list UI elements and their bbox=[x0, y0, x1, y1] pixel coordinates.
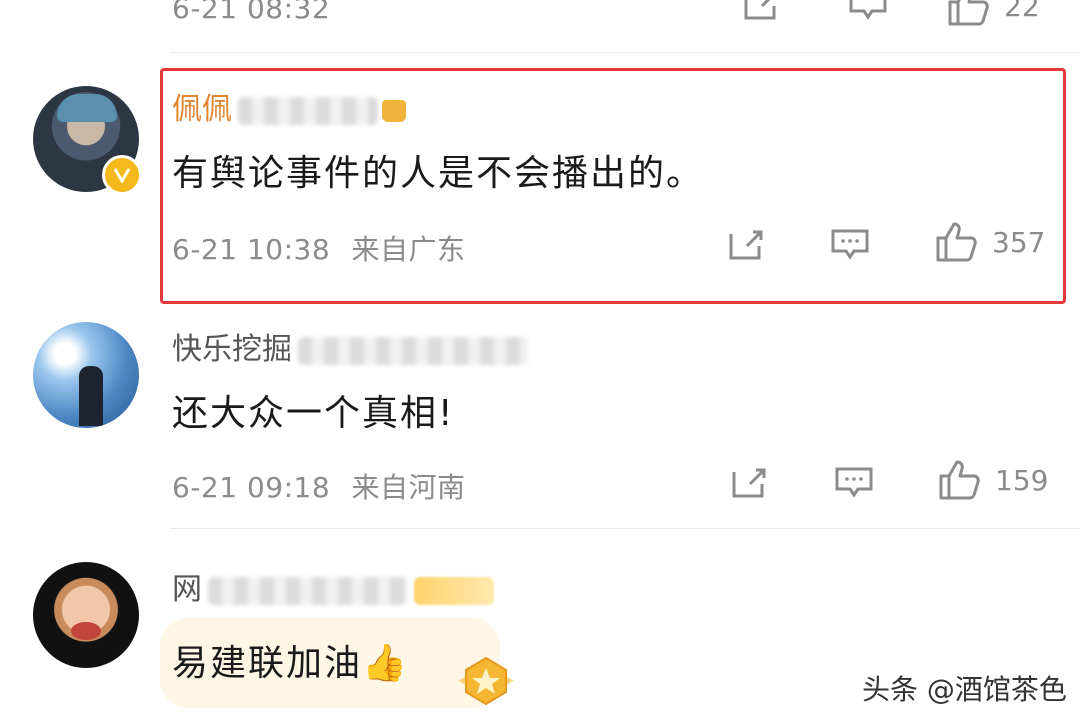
blurred-name bbox=[238, 96, 378, 125]
comment-icon bbox=[835, 467, 873, 498]
like-icon bbox=[936, 222, 977, 262]
username-text: 快乐挖掘 bbox=[172, 332, 292, 367]
comment-meta: 6-21 09:18 来自河南 bbox=[172, 466, 466, 506]
crown-icon bbox=[382, 99, 406, 122]
comment-icon[interactable] bbox=[848, 0, 888, 26]
username[interactable]: 网 bbox=[172, 564, 494, 608]
member-badge bbox=[414, 576, 494, 605]
comment-time: 6-21 10:38 bbox=[172, 233, 331, 266]
comment-location: 来自广东 bbox=[351, 233, 466, 266]
comment-text: 有舆论事件的人是不会播出的。 bbox=[172, 153, 705, 194]
comment-icon bbox=[831, 229, 869, 260]
like-button[interactable]: 159 bbox=[937, 460, 1048, 500]
username[interactable]: 佩佩 bbox=[172, 84, 406, 128]
like-button[interactable]: 357 bbox=[934, 222, 1045, 262]
share-button[interactable] bbox=[730, 464, 770, 504]
username-text: 佩佩 bbox=[172, 92, 232, 127]
blurred-name bbox=[208, 576, 408, 605]
share-icon bbox=[729, 230, 763, 260]
share-icon bbox=[732, 468, 766, 498]
comment-text: 易建联加油👍 bbox=[172, 643, 409, 684]
divider bbox=[170, 528, 1080, 529]
comment-meta: 6-21 10:38 来自广东 bbox=[172, 228, 466, 268]
username[interactable]: 快乐挖掘 bbox=[172, 324, 528, 368]
share-button[interactable] bbox=[727, 226, 767, 266]
like-count: 22 bbox=[1004, 0, 1040, 23]
blurred-name bbox=[298, 336, 528, 365]
like-count: 159 bbox=[995, 463, 1049, 497]
avatar[interactable] bbox=[33, 322, 139, 428]
comment-time: 6-21 09:18 bbox=[172, 471, 331, 504]
verified-badge-icon bbox=[102, 155, 142, 195]
top-comment-time: 6-21 08:32 bbox=[172, 0, 331, 25]
reply-button[interactable] bbox=[830, 228, 870, 266]
top-like-button[interactable]: 22 bbox=[946, 0, 1040, 26]
username-text: 网 bbox=[172, 572, 202, 607]
like-icon bbox=[948, 0, 989, 26]
like-icon bbox=[939, 460, 980, 500]
comment-location: 来自河南 bbox=[351, 471, 466, 504]
comment-text: 还大众一个真相! bbox=[172, 393, 455, 434]
divider bbox=[170, 52, 1080, 53]
star-badge-icon bbox=[448, 650, 524, 710]
reply-button[interactable] bbox=[834, 466, 874, 504]
avatar[interactable] bbox=[33, 562, 139, 668]
watermark: 头条 @酒馆茶色 bbox=[862, 673, 1067, 706]
like-count: 357 bbox=[992, 225, 1046, 259]
share-icon[interactable] bbox=[742, 0, 782, 26]
